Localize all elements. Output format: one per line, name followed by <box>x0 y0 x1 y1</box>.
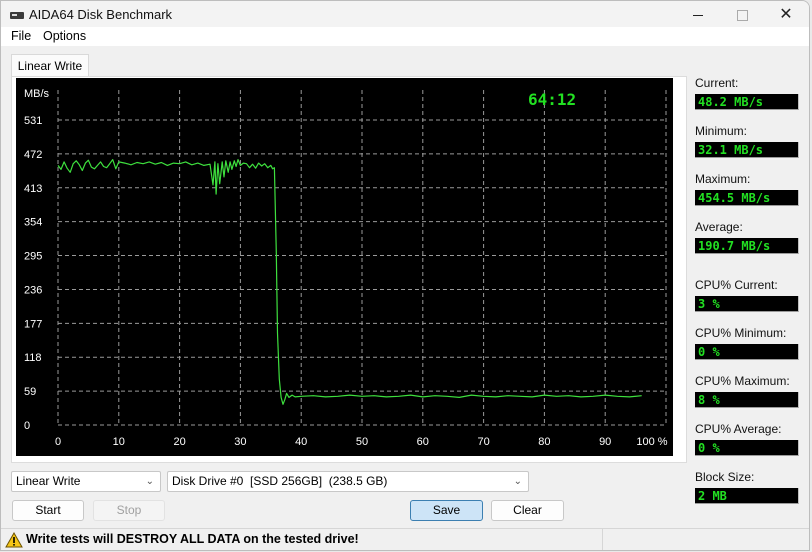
drive-value: Disk Drive #0 [SSD 256GB] (238.5 GB) <box>172 474 388 488</box>
y-axis-label: MB/s <box>24 88 50 100</box>
chart-svg: 0 59 118 177 236 295 354 413 472 531 0 10 20 30 40 50 60… <box>24 88 668 448</box>
x-tick-label: 80 <box>538 436 550 448</box>
stat-label: CPU% Maximum: <box>695 374 790 388</box>
stat-value: 0 % <box>695 344 799 360</box>
y-tick-label: 236 <box>24 284 42 296</box>
close-button[interactable]: ✕ <box>763 1 809 29</box>
x-tick-label: 10 <box>113 436 125 448</box>
stat-value: 190.7 MB/s <box>695 238 799 254</box>
warning-icon <box>5 532 23 548</box>
x-tick-label: 90 <box>599 436 611 448</box>
x-tick-label: 40 <box>295 436 307 448</box>
chevron-down-icon: ⌄ <box>513 476 522 487</box>
disk-app-icon <box>10 12 24 19</box>
stat-label: CPU% Average: <box>695 422 782 436</box>
y-tick-label: 413 <box>24 183 42 195</box>
status-bar: Write tests will DESTROY ALL DATA on the… <box>1 528 809 550</box>
benchmark-chart: 0 59 118 177 236 295 354 413 472 531 0 10 20 30 40 50 60… <box>16 78 673 456</box>
y-tick-label: 59 <box>24 386 36 398</box>
stat-label: Maximum: <box>695 172 751 186</box>
stop-button[interactable]: Stop <box>93 500 165 521</box>
x-tick-label: 60 <box>417 436 429 448</box>
tab-linear-write[interactable]: Linear Write <box>11 54 89 77</box>
stat-label: CPU% Minimum: <box>695 326 787 340</box>
stat-label: Minimum: <box>695 124 748 138</box>
menu-bar: File Options <box>1 27 809 46</box>
y-tick-label: 177 <box>24 318 42 330</box>
save-button[interactable]: Save <box>410 500 483 521</box>
y-tick-label: 531 <box>24 115 42 127</box>
stat-label: Current: <box>695 76 739 90</box>
close-icon: ✕ <box>779 6 793 23</box>
minimize-icon <box>693 14 703 16</box>
stat-label: CPU% Current: <box>695 278 778 292</box>
stat-label: Block Size: <box>695 470 755 484</box>
warning-text: Write tests will DESTROY ALL DATA on the… <box>26 532 359 546</box>
title-bar: AIDA64 Disk Benchmark ✕ <box>1 1 809 29</box>
stat-value: 32.1 MB/s <box>695 142 799 158</box>
x-tick-label: 70 <box>477 436 489 448</box>
start-button[interactable]: Start <box>12 500 84 521</box>
maximize-icon <box>736 9 748 21</box>
y-tick-label: 118 <box>24 352 42 364</box>
app-window: AIDA64 Disk Benchmark ✕ File Options Lin… <box>0 0 810 551</box>
y-tick-label: 472 <box>24 149 42 161</box>
stat-value: 454.5 MB/s <box>695 190 799 206</box>
test-type-select[interactable]: Linear Write ⌄ <box>11 471 161 492</box>
series-line-linear-write <box>57 158 642 405</box>
minimize-button[interactable] <box>675 1 721 29</box>
stat-value: 3 % <box>695 296 799 312</box>
stat-value: 2 MB <box>695 488 799 504</box>
chevron-down-icon: ⌄ <box>145 476 154 487</box>
x-tick-label: 50 <box>356 436 368 448</box>
stat-value: 8 % <box>695 392 799 408</box>
test-type-value: Linear Write <box>16 474 81 488</box>
y-tick-label: 354 <box>24 217 42 229</box>
stat-value: 48.2 MB/s <box>695 94 799 110</box>
y-tick-label: 295 <box>24 251 42 263</box>
stat-label: Average: <box>695 220 743 234</box>
status-divider <box>602 529 603 550</box>
elapsed-time: 64:12 <box>528 90 576 109</box>
x-tick-label: 100 % <box>636 436 667 448</box>
menu-file[interactable]: File <box>11 29 31 43</box>
y-tick-label: 0 <box>24 420 30 432</box>
menu-options[interactable]: Options <box>43 29 86 43</box>
drive-select[interactable]: Disk Drive #0 [SSD 256GB] (238.5 GB) ⌄ <box>167 471 529 492</box>
window-title: AIDA64 Disk Benchmark <box>29 7 173 22</box>
clear-button[interactable]: Clear <box>491 500 564 521</box>
x-tick-label: 20 <box>173 436 185 448</box>
x-tick-label: 0 <box>55 436 61 448</box>
stat-value: 0 % <box>695 440 799 456</box>
x-tick-label: 30 <box>234 436 246 448</box>
maximize-button[interactable] <box>719 1 765 29</box>
